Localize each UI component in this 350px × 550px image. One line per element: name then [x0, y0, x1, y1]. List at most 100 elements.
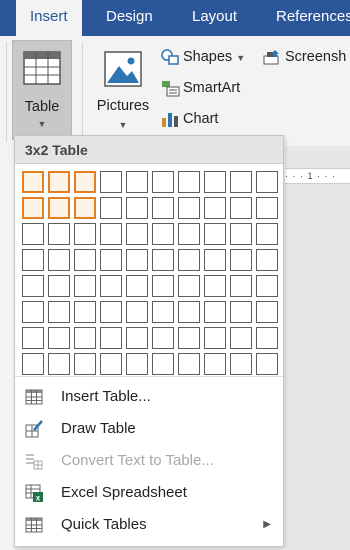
grid-cell[interactable]: [152, 223, 174, 245]
grid-cell[interactable]: [256, 249, 278, 271]
table-button[interactable]: Table ▼: [12, 40, 72, 140]
tab-insert[interactable]: Insert: [16, 0, 82, 36]
grid-cell[interactable]: [100, 249, 122, 271]
grid-cell-selected[interactable]: [74, 171, 96, 193]
grid-cell[interactable]: [230, 171, 252, 193]
grid-cell[interactable]: [100, 197, 122, 219]
grid-cell[interactable]: [152, 171, 174, 193]
grid-cell[interactable]: [256, 353, 278, 375]
smartart-button[interactable]: SmartArt: [160, 75, 240, 101]
grid-cell[interactable]: [48, 327, 70, 349]
grid-cell-selected[interactable]: [22, 197, 44, 219]
grid-cell[interactable]: [74, 327, 96, 349]
grid-cell[interactable]: [178, 171, 200, 193]
chart-button[interactable]: Chart: [160, 106, 218, 132]
grid-cell[interactable]: [152, 249, 174, 271]
grid-cell[interactable]: [126, 353, 148, 375]
grid-cell[interactable]: [126, 301, 148, 323]
grid-cell[interactable]: [178, 353, 200, 375]
grid-cell[interactable]: [100, 223, 122, 245]
grid-cell[interactable]: [74, 249, 96, 271]
grid-cell[interactable]: [204, 327, 226, 349]
grid-cell[interactable]: [256, 197, 278, 219]
excel-spreadsheet-label: Excel Spreadsheet: [61, 484, 187, 501]
screenshot-button[interactable]: Screensh: [262, 44, 346, 70]
grid-cell[interactable]: [100, 301, 122, 323]
grid-cell[interactable]: [74, 223, 96, 245]
grid-cell[interactable]: [178, 223, 200, 245]
grid-cell[interactable]: [126, 275, 148, 297]
grid-cell[interactable]: [204, 353, 226, 375]
insert-table-menu-item[interactable]: Insert Table...: [15, 382, 283, 412]
grid-cell[interactable]: [230, 249, 252, 271]
table-size-header: 3x2 Table: [15, 136, 283, 164]
grid-cell[interactable]: [48, 223, 70, 245]
grid-cell[interactable]: [48, 249, 70, 271]
grid-cell[interactable]: [256, 301, 278, 323]
grid-cell[interactable]: [152, 197, 174, 219]
grid-cell-selected[interactable]: [22, 171, 44, 193]
grid-cell[interactable]: [178, 249, 200, 271]
grid-cell[interactable]: [74, 353, 96, 375]
grid-cell-selected[interactable]: [48, 171, 70, 193]
grid-cell[interactable]: [178, 275, 200, 297]
grid-cell[interactable]: [22, 223, 44, 245]
grid-cell[interactable]: [178, 327, 200, 349]
table-size-grid[interactable]: [22, 171, 278, 375]
grid-cell[interactable]: [126, 249, 148, 271]
grid-cell[interactable]: [204, 301, 226, 323]
grid-cell[interactable]: [230, 197, 252, 219]
grid-cell[interactable]: [126, 223, 148, 245]
excel-spreadsheet-menu-item[interactable]: x Excel Spreadsheet: [15, 478, 283, 508]
grid-cell[interactable]: [22, 275, 44, 297]
grid-cell[interactable]: [152, 353, 174, 375]
grid-cell[interactable]: [230, 223, 252, 245]
grid-cell[interactable]: [256, 171, 278, 193]
grid-cell[interactable]: [256, 327, 278, 349]
draw-table-menu-item[interactable]: Draw Table: [15, 414, 283, 444]
grid-cell[interactable]: [230, 327, 252, 349]
grid-cell[interactable]: [126, 327, 148, 349]
tab-design[interactable]: Design: [106, 0, 153, 36]
grid-cell[interactable]: [152, 275, 174, 297]
grid-cell[interactable]: [256, 223, 278, 245]
shapes-button[interactable]: Shapes ▼: [160, 44, 245, 70]
grid-cell[interactable]: [100, 171, 122, 193]
grid-cell[interactable]: [230, 301, 252, 323]
grid-cell[interactable]: [152, 327, 174, 349]
grid-cell[interactable]: [204, 223, 226, 245]
insert-table-label: Insert Table...: [61, 388, 151, 405]
grid-cell[interactable]: [126, 171, 148, 193]
grid-cell[interactable]: [22, 301, 44, 323]
grid-cell[interactable]: [48, 301, 70, 323]
grid-cell[interactable]: [22, 327, 44, 349]
grid-cell[interactable]: [204, 249, 226, 271]
grid-cell[interactable]: [100, 353, 122, 375]
grid-cell[interactable]: [152, 301, 174, 323]
grid-cell[interactable]: [126, 197, 148, 219]
grid-cell[interactable]: [22, 353, 44, 375]
quick-tables-menu-item[interactable]: Quick Tables ▶: [15, 510, 283, 540]
svg-text:x: x: [36, 494, 41, 503]
grid-cell[interactable]: [230, 353, 252, 375]
grid-cell[interactable]: [204, 197, 226, 219]
grid-cell[interactable]: [204, 171, 226, 193]
grid-cell[interactable]: [178, 301, 200, 323]
grid-cell[interactable]: [48, 353, 70, 375]
tab-layout[interactable]: Layout: [192, 0, 237, 36]
grid-cell[interactable]: [22, 249, 44, 271]
grid-cell[interactable]: [256, 275, 278, 297]
grid-cell[interactable]: [100, 275, 122, 297]
grid-cell[interactable]: [74, 301, 96, 323]
grid-cell[interactable]: [204, 275, 226, 297]
grid-cell[interactable]: [178, 197, 200, 219]
grid-cell-selected[interactable]: [48, 197, 70, 219]
grid-cell[interactable]: [100, 327, 122, 349]
ribbon-insert-panel: Table ▼ Pictures ▼ Shapes ▼ SmartArt Cha…: [0, 36, 350, 146]
pictures-button[interactable]: Pictures ▼: [92, 46, 154, 136]
grid-cell-selected[interactable]: [74, 197, 96, 219]
grid-cell[interactable]: [48, 275, 70, 297]
grid-cell[interactable]: [74, 275, 96, 297]
tab-references[interactable]: References: [276, 0, 350, 36]
grid-cell[interactable]: [230, 275, 252, 297]
